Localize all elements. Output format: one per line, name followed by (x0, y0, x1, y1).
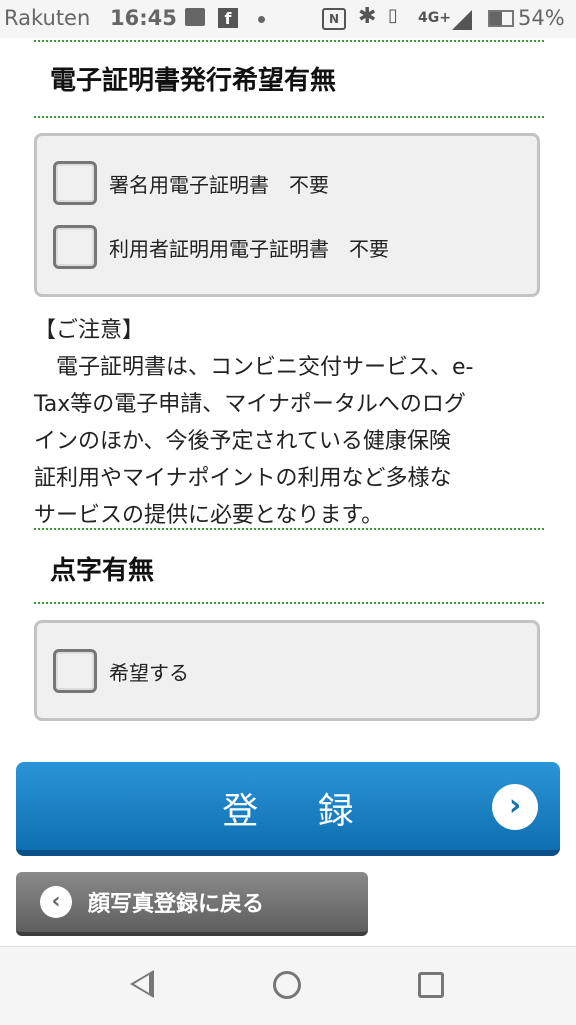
braille-options-box: 希望する (34, 620, 540, 721)
divider (34, 528, 544, 530)
chevron-left-icon: ‹ (40, 886, 72, 918)
register-button-label: 登 録 (222, 791, 378, 832)
vibrate-icon: ▯ (388, 5, 398, 26)
photo-icon (185, 8, 205, 26)
chevron-right-icon: › (492, 784, 538, 830)
facebook-icon: f (218, 8, 238, 28)
notice-line: インのほか、今後予定されている健康保険 (34, 429, 451, 454)
notice-line: 電子証明書は、コンビニ交付サービス、e- (34, 355, 474, 380)
braille-checkbox[interactable] (53, 649, 97, 693)
navigation-bar (0, 946, 576, 1025)
register-button[interactable]: 登 録 › (16, 762, 560, 856)
notice-text: 【ご注意】 電子証明書は、コンビニ交付サービス、e- Tax等の電子申請、マイナ… (34, 312, 546, 534)
braille-section-title: 点字有無 (50, 556, 155, 586)
back-button-label: 顔写真登録に戻る (88, 892, 265, 917)
user-cert-checkbox[interactable] (53, 225, 97, 269)
notice-line: Tax等の電子申請、マイナポータルへのログ (34, 392, 466, 417)
signature-cert-option[interactable]: 署名用電子証明書 不要 (53, 161, 329, 205)
carrier-label: Rakuten (4, 6, 91, 30)
signature-cert-label: 署名用電子証明書 不要 (109, 172, 329, 197)
notice-heading: 【ご注意】 (34, 318, 145, 343)
back-nav-icon[interactable] (130, 970, 154, 998)
battery-icon (488, 10, 514, 27)
braille-label: 希望する (109, 660, 189, 685)
signal-icon (452, 10, 472, 30)
notice-line: 証利用やマイナポイントの利用など多様な (34, 466, 452, 491)
home-nav-icon[interactable] (273, 971, 301, 999)
bluetooth-icon: ✱ (358, 4, 377, 29)
braille-option[interactable]: 希望する (53, 649, 189, 693)
divider (34, 40, 544, 42)
notification-dot-icon (258, 16, 265, 23)
status-bar: Rakuten 16:45 f N ✱ ▯ 4G+ 54% (0, 0, 576, 38)
battery-percent: 54% (518, 6, 565, 30)
signature-cert-checkbox[interactable] (53, 161, 97, 205)
divider (34, 116, 544, 118)
divider (34, 602, 544, 604)
back-to-photo-button[interactable]: ‹ 顔写真登録に戻る (16, 872, 368, 936)
clock: 16:45 (110, 6, 177, 30)
cert-options-box: 署名用電子証明書 不要 利用者証明用電子証明書 不要 (34, 133, 540, 297)
recent-apps-icon[interactable] (418, 972, 444, 998)
user-cert-label: 利用者証明用電子証明書 不要 (109, 236, 389, 261)
user-cert-option[interactable]: 利用者証明用電子証明書 不要 (53, 225, 389, 269)
network-type: 4G+ (418, 10, 451, 26)
nfc-icon: N (322, 8, 346, 30)
cert-section-title: 電子証明書発行希望有無 (50, 66, 337, 96)
